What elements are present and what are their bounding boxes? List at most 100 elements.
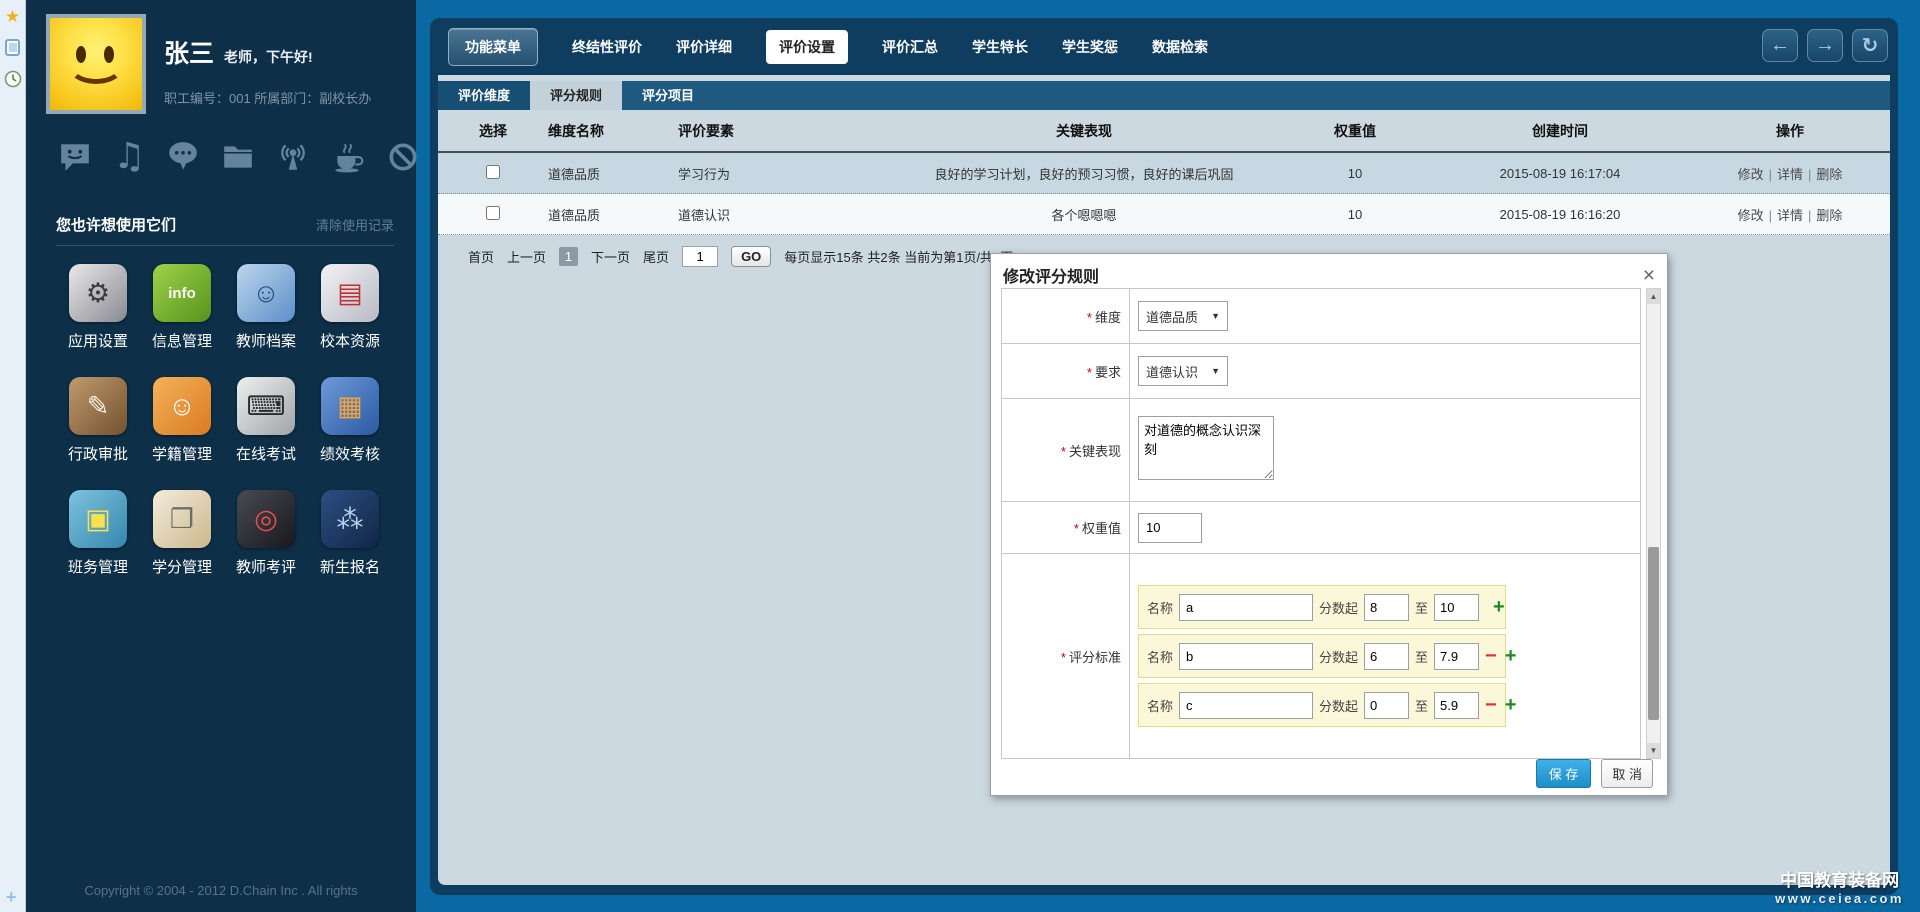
row-checkbox[interactable] [486,165,500,179]
edit-link[interactable]: 修改 [1738,208,1764,223]
detail-link[interactable]: 详情 [1777,208,1803,223]
delete-link[interactable]: 删除 [1816,167,1842,182]
tab-student-rewards[interactable]: 学生奖惩 [1062,37,1118,57]
first-page-link[interactable]: 首页 [468,247,494,266]
folder-icon[interactable] [221,140,255,174]
edit-link[interactable]: 修改 [1738,167,1764,182]
criteria-row: 名称 分数起 至 − + [1138,683,1506,727]
info-bubble-icon: info [153,264,211,322]
tab-evaluation-detail[interactable]: 评价详细 [676,37,732,57]
app-tile-student-records[interactable]: ☺学籍管理 [140,377,224,464]
table-row: 道德品质 道德认识 各个嗯嗯嗯 10 2015-08-19 16:16:20 修… [438,194,1890,235]
last-page-link[interactable]: 尾页 [643,247,669,266]
student-icon: ☺ [153,377,211,435]
cancel-button[interactable]: 取 消 [1601,759,1653,788]
scroll-down-icon[interactable]: ▼ [1647,743,1660,758]
criteria-to-input[interactable] [1434,594,1479,621]
scroll-thumb[interactable] [1648,547,1659,721]
app-tile-teacher-review[interactable]: ◎教师考评 [224,490,308,577]
block-icon[interactable] [386,140,420,174]
tab-function-menu[interactable]: 功能菜单 [448,28,538,66]
comment-bubble-icon[interactable] [166,140,200,174]
site-watermark: 中国教育装备网 www.ceiea.com [1775,866,1904,906]
add-criteria-button[interactable]: + [1493,597,1505,617]
go-button[interactable]: GO [731,246,771,267]
dimension-select[interactable]: 道德品质 ▼ [1138,301,1228,331]
remove-criteria-button[interactable]: − [1485,695,1497,715]
criteria-from-input[interactable] [1364,643,1409,670]
avatar[interactable] [46,14,146,114]
app-grid: ⚙应用设置 info信息管理 ☺教师档案 ▤校本资源 ✎行政审批 ☺学籍管理 ⌨… [26,246,416,577]
top-navbar: 功能菜单 终结性评价 评价详细 评价设置 评价汇总 学生特长 学生奖惩 数据检索… [430,18,1898,75]
criteria-from-input[interactable] [1364,594,1409,621]
network-icon: ⁂ [321,490,379,548]
clear-history-link[interactable]: 清除使用记录 [316,215,394,234]
device-icon[interactable] [5,39,20,56]
app-tile-settings[interactable]: ⚙应用设置 [56,264,140,351]
current-page-badge: 1 [559,247,578,266]
favorite-star-icon[interactable]: ★ [5,8,20,25]
add-criteria-button[interactable]: + [1505,695,1517,715]
save-button[interactable]: 保 存 [1536,759,1592,788]
app-tile-performance[interactable]: ▦绩效考核 [308,377,392,464]
page-number-input[interactable] [682,246,718,267]
chevron-down-icon: ▼ [1211,366,1220,376]
add-criteria-button[interactable]: + [1505,646,1517,666]
modal-scrollbar[interactable]: ▲ ▼ [1646,288,1661,759]
coffee-cup-icon[interactable] [331,140,365,174]
criteria-name-input[interactable] [1179,594,1313,621]
close-icon[interactable]: × [1643,265,1655,286]
criteria-to-input[interactable] [1434,692,1479,719]
app-tile-online-exam[interactable]: ⌨在线考试 [224,377,308,464]
app-tile-enrollment[interactable]: ⁂新生报名 [308,490,392,577]
scroll-up-icon[interactable]: ▲ [1647,289,1660,304]
criteria-from-input[interactable] [1364,692,1409,719]
prev-page-link[interactable]: 上一页 [507,247,546,266]
tab-evaluation-summary[interactable]: 评价汇总 [882,37,938,57]
tab-evaluation-settings[interactable]: 评价设置 [766,30,848,64]
suggest-title: 您也许想使用它们 [56,214,176,235]
forward-arrow-button[interactable]: → [1807,29,1843,62]
tab-summative-evaluation[interactable]: 终结性评价 [572,37,642,57]
remove-criteria-button[interactable]: − [1485,646,1497,666]
table-header: 选择 维度名称 评价要素 关键表现 权重值 创建时间 操作 [438,110,1890,153]
criteria-name-input[interactable] [1179,643,1313,670]
user-info: 职工编号：001 所属部门：副校长办 [164,88,371,107]
user-greeting: 老师，下午好! [224,47,313,67]
subtab-scoring-rules[interactable]: 评分规则 [530,81,622,110]
left-shortcut-strip: ★ + [0,0,26,912]
app-tile-info[interactable]: info信息管理 [140,264,224,351]
row-checkbox[interactable] [486,206,500,220]
subtab-bar: 评价维度 评分规则 评分项目 [438,81,1890,110]
requirement-select[interactable]: 道德认识 ▼ [1138,356,1228,386]
detail-link[interactable]: 详情 [1777,167,1803,182]
criteria-name-input[interactable] [1179,692,1313,719]
subtab-scoring-items[interactable]: 评分项目 [622,81,714,110]
criteria-to-input[interactable] [1434,643,1479,670]
criteria-row: 名称 分数起 至 + [1138,585,1506,629]
tab-data-search[interactable]: 数据检索 [1152,37,1208,57]
book-icon: ▤ [321,264,379,322]
music-icon[interactable]: ♫ [113,140,145,174]
app-tile-admin-approval[interactable]: ✎行政审批 [56,377,140,464]
expand-plus-icon[interactable]: + [6,887,17,908]
teacher-avatar-icon: ☺ [237,264,295,322]
app-tile-teacher-files[interactable]: ☺教师档案 [224,264,308,351]
delete-link[interactable]: 删除 [1816,208,1842,223]
chat-message-icon[interactable] [58,140,92,174]
performance-textarea[interactable]: 对道德的概念认识深刻 [1138,416,1274,480]
weight-input[interactable] [1138,513,1202,543]
app-tile-credits[interactable]: ❐学分管理 [140,490,224,577]
chart-icon: ▦ [321,377,379,435]
tab-student-strengths[interactable]: 学生特长 [972,37,1028,57]
app-tile-class-affairs[interactable]: ▣班务管理 [56,490,140,577]
refresh-button[interactable]: ↻ [1852,29,1888,62]
user-panel: 张三 老师，下午好! 职工编号：001 所属部门：副校长办 [26,0,416,114]
broadcast-icon[interactable] [276,140,310,174]
clock-icon[interactable] [4,70,22,93]
back-arrow-button[interactable]: ← [1762,29,1798,62]
next-page-link[interactable]: 下一页 [591,247,630,266]
criteria-label: 评分标准 [1069,650,1121,665]
subtab-evaluation-dimension[interactable]: 评价维度 [438,81,530,110]
app-tile-school-resources[interactable]: ▤校本资源 [308,264,392,351]
